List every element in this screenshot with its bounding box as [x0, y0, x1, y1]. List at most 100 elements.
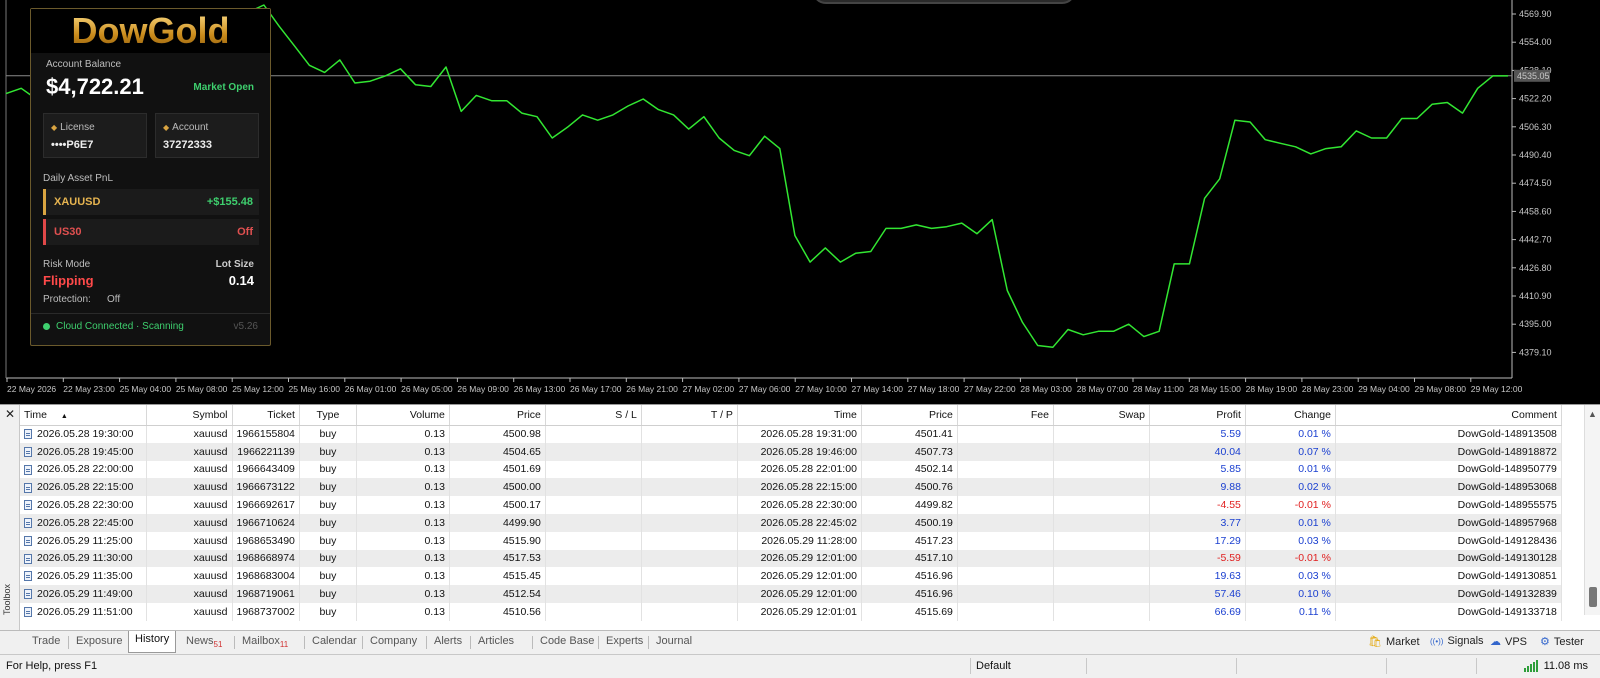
- tab-experts[interactable]: Experts: [600, 633, 649, 653]
- close-icon[interactable]: ✕: [5, 407, 15, 421]
- tab-label: Alerts: [434, 635, 463, 647]
- tab-calendar[interactable]: Calendar: [306, 633, 363, 653]
- time-tick-label: 28 May 07:00: [1077, 384, 1129, 394]
- tab-separator: [598, 636, 599, 649]
- column-header[interactable]: Price: [449, 405, 546, 426]
- column-header[interactable]: Swap: [1053, 405, 1150, 426]
- connection-status[interactable]: 11.08 ms: [1523, 660, 1588, 672]
- table-cell: 0.13: [356, 496, 450, 514]
- table-cell: [957, 602, 1054, 621]
- scroll-up-icon[interactable]: ▲: [1588, 409, 1597, 419]
- tab-exposure[interactable]: Exposure: [70, 633, 128, 653]
- table-cell: buy: [299, 531, 357, 550]
- table-row[interactable]: 2026.05.28 22:00:00 xauusd 1966643409 buy 0.…: [20, 460, 1562, 479]
- daily-pnl-label: Daily Asset PnL: [43, 173, 114, 184]
- tab-code-base[interactable]: Code Base: [534, 633, 600, 653]
- time-tick-label: 26 May 09:00: [457, 384, 509, 394]
- table-row[interactable]: 2026.05.28 22:15:00 xauusd 1966673122 buy 0.…: [20, 478, 1562, 497]
- column-header[interactable]: Symbol: [146, 405, 233, 426]
- tab-company[interactable]: Company: [364, 633, 423, 653]
- tab-mailbox[interactable]: Mailbox11: [236, 633, 294, 653]
- time-tick-label: 26 May 05:00: [401, 384, 453, 394]
- table-row[interactable]: 2026.05.28 19:45:00 xauusd 1966221139 buy 0.…: [20, 442, 1562, 461]
- tab-tester[interactable]: ⚙ Tester: [1540, 635, 1584, 649]
- table-cell: 0.13: [356, 585, 450, 603]
- table-cell: [1053, 460, 1150, 479]
- table-cell: 4500.76: [861, 478, 958, 497]
- deal-document-icon: [24, 500, 32, 511]
- table-cell: buy: [299, 442, 357, 461]
- table-cell: 4502.14: [861, 460, 958, 479]
- table-cell: [1053, 549, 1150, 568]
- tab-journal[interactable]: Journal: [650, 633, 698, 653]
- table-cell: xauusd: [146, 496, 233, 514]
- column-header[interactable]: Volume: [356, 405, 450, 426]
- tab-articles[interactable]: Articles: [472, 633, 520, 653]
- table-cell: [1053, 513, 1150, 532]
- table-scrollbar[interactable]: ▲: [1584, 405, 1600, 615]
- scroll-thumb[interactable]: [1589, 587, 1597, 607]
- column-header[interactable]: Time: [737, 405, 862, 426]
- column-header[interactable]: T / P: [641, 405, 738, 426]
- table-row[interactable]: 2026.05.29 11:30:00 xauusd 1968668974 buy 0.…: [20, 549, 1562, 568]
- tab-trade[interactable]: Trade: [26, 633, 66, 653]
- table-cell: DowGold-148953068: [1335, 478, 1562, 497]
- table-row[interactable]: 2026.05.29 11:49:00 xauusd 1968719061 buy 0.…: [20, 585, 1562, 603]
- column-header[interactable]: S / L: [545, 405, 642, 426]
- table-cell: 0.03 %: [1245, 567, 1336, 586]
- table-row[interactable]: 2026.05.28 22:45:00 xauusd 1966710624 buy 0.…: [20, 513, 1562, 532]
- table-cell: 0.13: [356, 567, 450, 586]
- tab-separator: [234, 636, 235, 649]
- ping-value: 11.08 ms: [1543, 660, 1588, 672]
- table-cell: [957, 442, 1054, 461]
- table-cell: buy: [299, 496, 357, 514]
- column-header[interactable]: Change: [1245, 405, 1336, 426]
- tab-alerts[interactable]: Alerts: [428, 633, 468, 653]
- tab-market[interactable]: 🛍 Market: [1368, 635, 1420, 649]
- tab-vps[interactable]: ☁ VPS: [1490, 635, 1527, 649]
- table-cell: buy: [299, 567, 357, 586]
- table-cell: buy: [299, 585, 357, 603]
- account-value: 37272333: [163, 139, 212, 151]
- diamond-icon: ◆: [51, 123, 58, 132]
- price-tick-label: 4410.90: [1519, 291, 1552, 301]
- table-cell: [641, 585, 738, 603]
- table-cell: 0.10 %: [1245, 585, 1336, 603]
- table-row[interactable]: 2026.05.28 22:30:00 xauusd 1966692617 buy 0.…: [20, 496, 1562, 514]
- price-tick-label: 4554.00: [1519, 37, 1552, 47]
- lot-size-value: 0.14: [228, 273, 254, 288]
- asset-pnl: Off: [237, 226, 253, 238]
- table-row[interactable]: 2026.05.28 19:30:00 xauusd 1966155804 buy 0.…: [20, 425, 1562, 443]
- table-row[interactable]: 2026.05.29 11:51:00 xauusd 1968737002 buy 0.…: [20, 602, 1562, 621]
- column-header[interactable]: Time ▲: [20, 405, 147, 426]
- column-header[interactable]: Type: [299, 405, 357, 426]
- terminal-window: 4569.904554.004538.104522.204506.304490.…: [0, 0, 1600, 678]
- column-header[interactable]: Ticket: [232, 405, 300, 426]
- table-cell: [957, 549, 1054, 568]
- column-header[interactable]: Profit: [1149, 405, 1246, 426]
- tab-signals[interactable]: ((•)) Signals: [1430, 635, 1484, 647]
- table-cell: [957, 425, 1054, 443]
- table-cell: 0.13: [356, 513, 450, 532]
- tab-history[interactable]: History: [128, 631, 177, 653]
- tab-separator: [648, 636, 649, 649]
- cell-text: 2026.05.29 11:35:00: [37, 570, 133, 583]
- lot-size-label: Lot Size: [215, 259, 254, 270]
- status-profile[interactable]: Default: [976, 660, 1011, 672]
- cell-time: 2026.05.28 22:30:00: [20, 496, 147, 514]
- time-tick-label: 27 May 14:00: [852, 384, 904, 394]
- table-row[interactable]: 2026.05.29 11:35:00 xauusd 1968683004 buy 0.…: [20, 567, 1562, 586]
- tab-news[interactable]: News51: [180, 633, 228, 653]
- column-header[interactable]: Fee: [957, 405, 1054, 426]
- table-row[interactable]: 2026.05.29 11:25:00 xauusd 1968653490 buy 0.…: [20, 531, 1562, 550]
- history-table: Time ▲ Symbol Ticket Type Volume Price S / LT …: [20, 405, 1562, 621]
- column-header[interactable]: Price: [861, 405, 958, 426]
- table-cell: 57.46: [1149, 585, 1246, 603]
- tab-label: Exposure: [76, 635, 123, 647]
- table-cell: -0.01 %: [1245, 496, 1336, 514]
- column-header[interactable]: Comment: [1335, 405, 1562, 426]
- time-tick-label: 27 May 02:00: [683, 384, 735, 394]
- price-chart[interactable]: 4569.904554.004538.104522.204506.304490.…: [0, 0, 1600, 404]
- table-cell: xauusd: [146, 549, 233, 568]
- table-cell: 4515.90: [449, 531, 546, 550]
